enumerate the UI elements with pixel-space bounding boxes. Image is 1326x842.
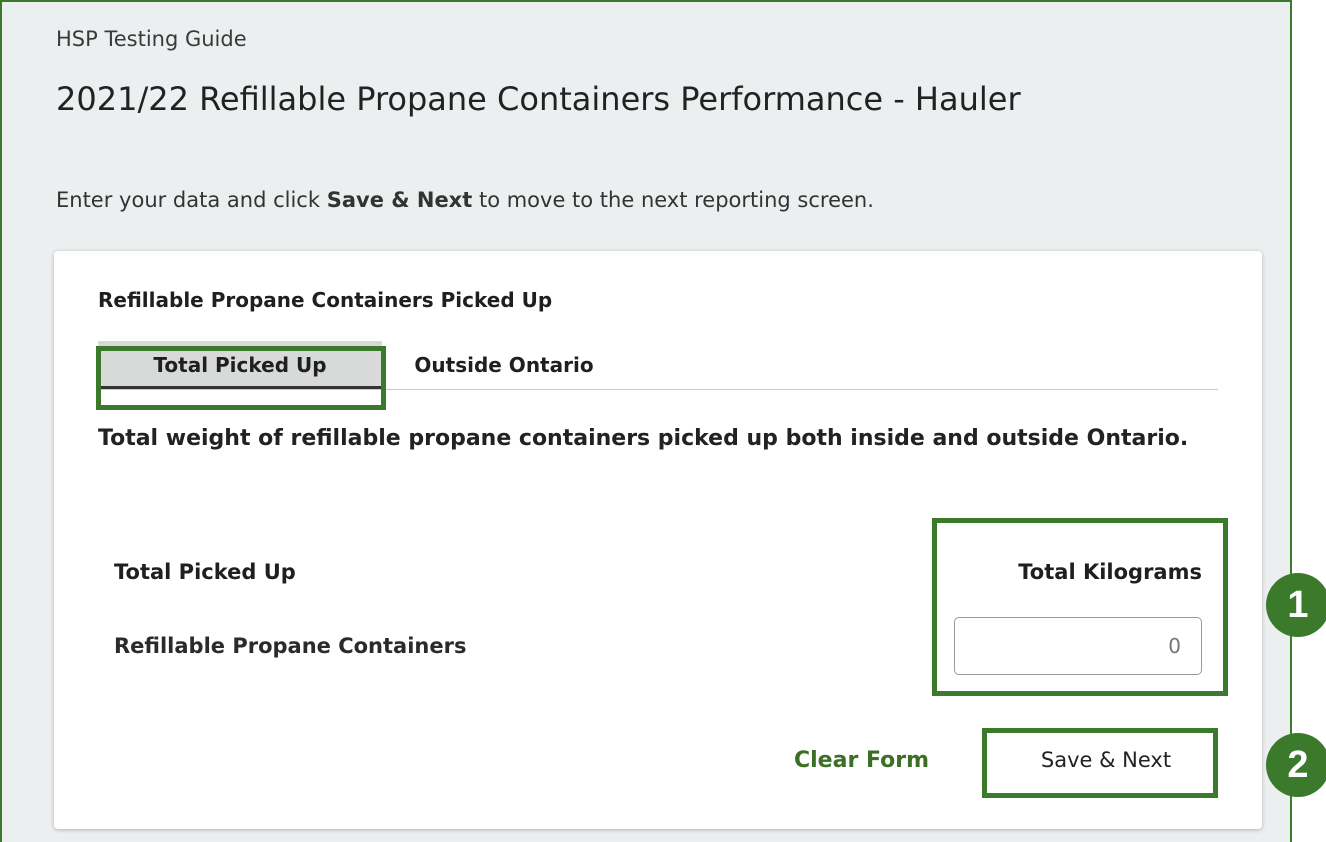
- page-title: 2021/22 Refillable Propane Containers Pe…: [56, 80, 1021, 118]
- row-group-header: Total Picked Up: [114, 560, 296, 584]
- callout-badge-2: 2: [1266, 733, 1326, 797]
- instructions-bold: Save & Next: [326, 188, 473, 212]
- guide-label: HSP Testing Guide: [56, 27, 247, 51]
- section-description: Total weight of refillable propane conta…: [98, 426, 1189, 451]
- row-label-refillable-propane-containers: Refillable Propane Containers: [114, 634, 467, 658]
- instructions-suffix: to move to the next reporting screen.: [472, 188, 874, 212]
- guide-frame: HSP Testing Guide 2021/22 Refillable Pro…: [0, 0, 1292, 842]
- total-kilograms-input[interactable]: [954, 617, 1202, 675]
- tab-outside-ontario[interactable]: Outside Ontario: [394, 341, 614, 389]
- save-and-next-button[interactable]: Save & Next: [996, 735, 1216, 785]
- tab-bar: Total Picked Up Outside Ontario: [98, 341, 1218, 390]
- tab-total-picked-up[interactable]: Total Picked Up: [98, 341, 382, 389]
- card-title: Refillable Propane Containers Picked Up: [98, 288, 553, 312]
- column-header-total-kilograms: Total Kilograms: [1018, 560, 1202, 584]
- instructions-text: Enter your data and click Save & Next to…: [56, 188, 874, 212]
- callout-badge-1: 1: [1266, 573, 1326, 637]
- instructions-prefix: Enter your data and click: [56, 188, 327, 212]
- form-card: Refillable Propane Containers Picked Up …: [54, 251, 1262, 829]
- clear-form-button[interactable]: Clear Form: [794, 741, 929, 781]
